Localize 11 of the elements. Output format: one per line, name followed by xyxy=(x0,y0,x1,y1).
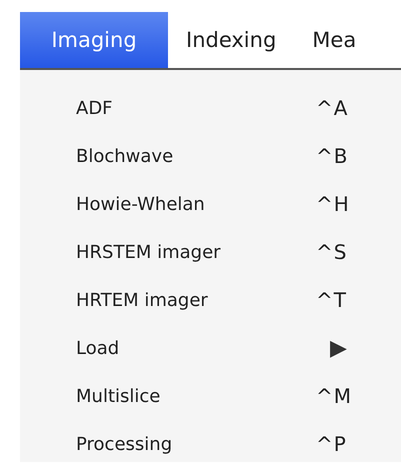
menu-bar-item[interactable]: Imaging xyxy=(20,12,168,68)
menu-item[interactable]: Blochwave ^B xyxy=(20,132,401,180)
menu-item[interactable]: Processing ^P xyxy=(20,420,401,468)
menu-item[interactable]: ADF ^A xyxy=(20,84,401,132)
menu-item[interactable]: HRSTEM imager ^S xyxy=(20,228,401,276)
menu-item[interactable]: Howie-Whelan ^H xyxy=(20,180,401,228)
menu-item[interactable]: Multislice ^M xyxy=(20,372,401,420)
menu-item[interactable]: Load ▶ xyxy=(20,324,401,372)
menu-bar-item[interactable]: Indexing xyxy=(168,12,294,68)
menu-bar-item[interactable]: Mea xyxy=(294,12,374,68)
menu-item[interactable]: HRTEM imager ^T xyxy=(20,276,401,324)
